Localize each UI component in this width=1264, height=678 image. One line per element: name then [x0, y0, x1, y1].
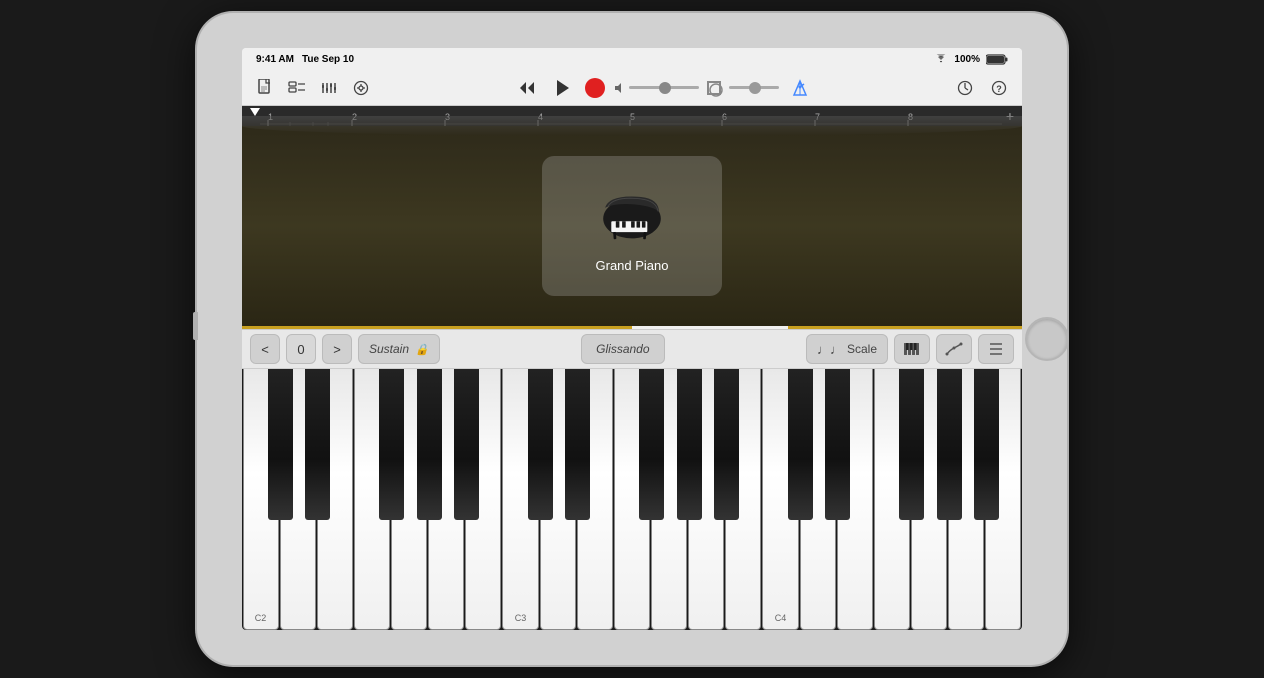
glissando-label: Glissando: [596, 342, 649, 356]
help-button[interactable]: ?: [986, 75, 1012, 101]
ipad-screen: 9:41 AM Tue Sep 10 100%: [242, 48, 1022, 630]
black-key-11[interactable]: [677, 369, 702, 520]
toolbar: ?: [242, 70, 1022, 106]
track-progress-left: [242, 326, 632, 329]
clock-button[interactable]: [952, 75, 978, 101]
instrument-card[interactable]: Grand Piano: [542, 156, 722, 296]
scale-button[interactable]: ♩♩ Scale: [806, 334, 888, 364]
status-time: 9:41 AM: [256, 54, 294, 65]
side-button[interactable]: [193, 312, 198, 340]
eq-settings-button[interactable]: [348, 75, 374, 101]
volume-slider[interactable]: [629, 86, 699, 89]
new-song-button[interactable]: [252, 75, 278, 101]
black-key-4[interactable]: [417, 369, 442, 520]
black-key-18[interactable]: [937, 369, 962, 520]
record-button[interactable]: [585, 78, 605, 98]
track-progress-right: [788, 326, 1022, 329]
home-button[interactable]: [1025, 317, 1069, 361]
instrument-name-label: Grand Piano: [596, 258, 669, 273]
black-key-8[interactable]: [565, 369, 590, 520]
notes-icon: ♩♩: [817, 342, 843, 357]
key-label-C3: C3: [515, 613, 527, 623]
controls-row: < 0 > Sustain 🔒 Glissando ♩♩ Scale: [242, 329, 1022, 369]
lock-icon: 🔒: [415, 343, 429, 356]
tracks-view-button[interactable]: [284, 75, 310, 101]
black-key-19[interactable]: [974, 369, 999, 520]
octave-down-button[interactable]: <: [250, 334, 280, 364]
wifi-icon: [934, 54, 948, 64]
black-key-0[interactable]: [268, 369, 293, 520]
octave-value-display: 0: [286, 334, 316, 364]
glissando-button[interactable]: Glissando: [581, 334, 664, 364]
black-key-12[interactable]: [714, 369, 739, 520]
status-date: Tue Sep 10: [302, 54, 354, 65]
keyboard-settings-button[interactable]: [978, 334, 1014, 364]
octave-up-button[interactable]: >: [322, 334, 352, 364]
status-bar: 9:41 AM Tue Sep 10 100%: [242, 48, 1022, 70]
svg-text:?: ?: [996, 84, 1002, 94]
volume-icon: [613, 82, 625, 94]
tempo-indicator: [707, 81, 721, 95]
black-key-10[interactable]: [639, 369, 664, 520]
battery-label: 100%: [954, 54, 980, 65]
play-button[interactable]: [549, 74, 577, 102]
tempo-slider[interactable]: [729, 86, 779, 89]
key-label-C2: C2: [255, 613, 267, 623]
black-key-5[interactable]: [454, 369, 479, 520]
black-key-15[interactable]: [825, 369, 850, 520]
sustain-button[interactable]: Sustain 🔒: [358, 334, 440, 364]
piano-keyboard: C2 C3 C4: [242, 369, 1022, 630]
black-key-17[interactable]: [899, 369, 924, 520]
scale-label: Scale: [847, 342, 877, 356]
keyboard-layout-button[interactable]: [894, 334, 930, 364]
sustain-label: Sustain: [369, 342, 409, 356]
black-key-14[interactable]: [788, 369, 813, 520]
arpeggio-button[interactable]: [936, 334, 972, 364]
volume-control: [613, 82, 699, 94]
white-keys: C2 C3 C4: [242, 369, 1022, 630]
ipad-frame: 9:41 AM Tue Sep 10 100%: [197, 13, 1067, 665]
key-label-C4: C4: [775, 613, 787, 623]
black-key-3[interactable]: [379, 369, 404, 520]
track-progress-bar: [242, 326, 1022, 329]
battery-icon: [986, 54, 1008, 65]
mixer-button[interactable]: [316, 75, 342, 101]
volume-knob[interactable]: [659, 82, 671, 94]
tempo-knob[interactable]: [749, 82, 761, 94]
black-key-7[interactable]: [528, 369, 553, 520]
metronome-button[interactable]: [787, 75, 813, 101]
black-key-1[interactable]: [305, 369, 330, 520]
instrument-display: Grand Piano: [242, 126, 1022, 326]
instrument-icon: [592, 180, 672, 250]
rewind-button[interactable]: [513, 74, 541, 102]
